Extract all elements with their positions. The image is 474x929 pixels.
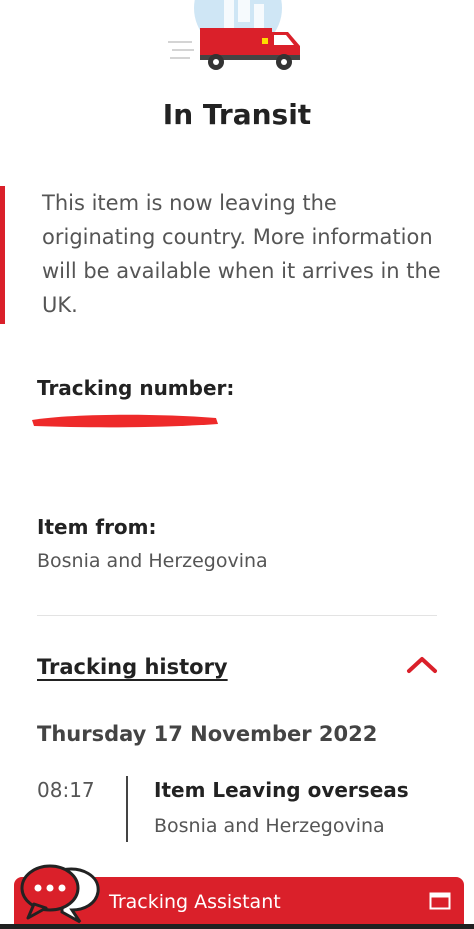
status-title: In Transit [162,98,312,131]
window-icon[interactable] [429,892,451,910]
event-place: Bosnia and Herzegovina [154,815,385,837]
item-from-label: Item from: [37,515,157,539]
screen-bottom-edge [0,924,474,929]
event-timeline-line [126,776,128,842]
event-time: 08:17 [37,778,95,802]
chat-bubble-icon[interactable] [20,860,104,924]
event-title: Item Leaving overseas [154,778,409,802]
van-illustration [0,0,474,80]
tracking-history-toggle[interactable]: Tracking history [37,655,228,679]
tracking-number-label: Tracking number: [37,376,235,400]
status-message: This item is now leaving the originating… [42,191,441,317]
tracking-assistant-label: Tracking Assistant [109,891,281,913]
item-from-value: Bosnia and Herzegovina [37,550,268,572]
status-accent-bar [0,186,5,324]
section-divider [37,615,437,616]
history-date: Thursday 17 November 2022 [37,722,378,746]
redacted-tracking-number [30,410,220,430]
chevron-up-icon[interactable] [404,652,440,676]
